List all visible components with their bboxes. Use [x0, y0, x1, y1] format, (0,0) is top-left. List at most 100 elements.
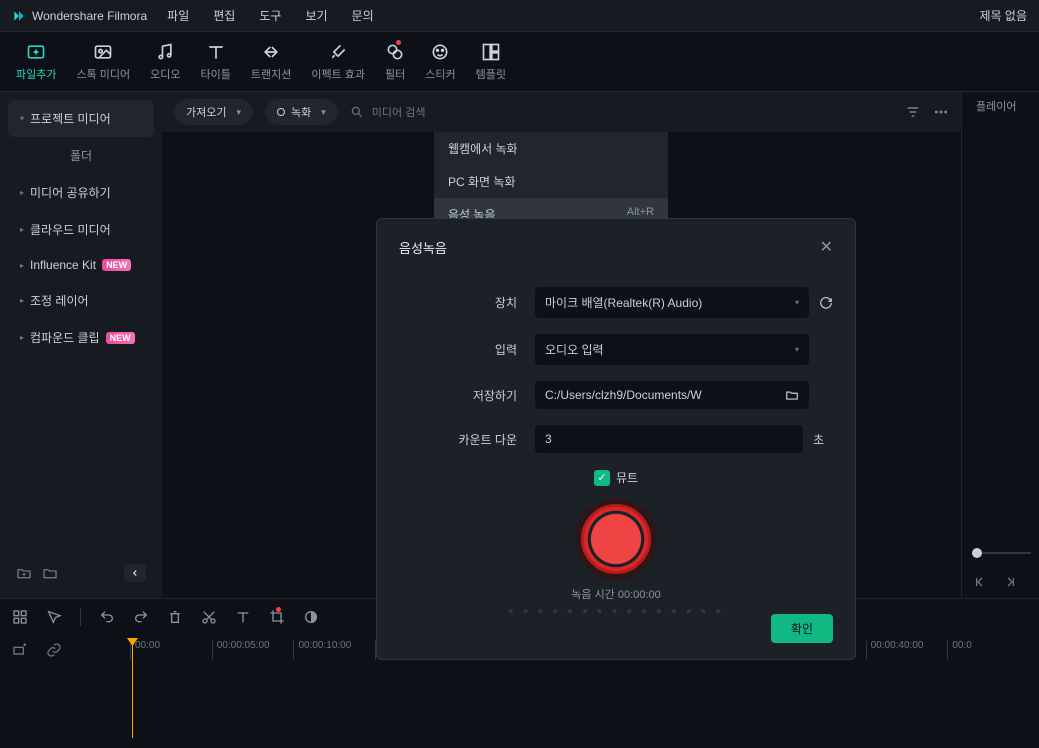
- crop-icon[interactable]: [269, 609, 285, 625]
- tool-audio[interactable]: 오디오: [150, 42, 180, 82]
- label: 폴더: [70, 147, 92, 164]
- search-placeholder: 미디어 검색: [372, 104, 426, 120]
- mute-checkbox[interactable]: ✓: [594, 470, 610, 486]
- next-frame-icon[interactable]: [1002, 574, 1018, 590]
- refresh-icon[interactable]: [819, 296, 833, 310]
- browse-folder-icon[interactable]: [785, 388, 799, 402]
- value: 3: [545, 432, 552, 446]
- menu-view[interactable]: 보기: [305, 7, 327, 24]
- tool-filter[interactable]: 필터: [385, 42, 405, 82]
- project-title: 제목 없음: [980, 7, 1028, 24]
- label: 클라우드 미디어: [30, 221, 111, 238]
- label: 녹화: [291, 104, 311, 120]
- app-name: Wondershare Filmora: [32, 9, 147, 23]
- stock-icon: [93, 42, 113, 62]
- sidebar-compound[interactable]: ▸컴파운드 클립NEW: [8, 319, 154, 356]
- tool-label: 타이틀: [201, 66, 231, 82]
- tool-label: 오디오: [150, 66, 180, 82]
- menu-help[interactable]: 문의: [352, 7, 374, 24]
- sidebar-folder[interactable]: 폴더: [8, 137, 154, 174]
- input-select[interactable]: 오디오 입력▾: [535, 334, 809, 365]
- menubar: 파일 편집 도구 보기 문의: [167, 7, 373, 24]
- label: PC 화면 녹화: [448, 173, 516, 190]
- tool-label: 스티커: [425, 66, 455, 82]
- import-dropdown[interactable]: 가져오기: [174, 99, 253, 125]
- label: Influence Kit: [30, 258, 96, 272]
- ok-button[interactable]: 확인: [771, 614, 833, 643]
- player-tab[interactable]: 플레이어: [976, 98, 1016, 114]
- sidebar-share[interactable]: ▸미디어 공유하기: [8, 174, 154, 211]
- tool-transition[interactable]: 트랜지션: [251, 42, 291, 82]
- record-dropdown[interactable]: 녹화: [265, 99, 338, 125]
- tool-label: 스톡 미디어: [76, 66, 130, 82]
- tool-template[interactable]: 템플릿: [476, 42, 506, 82]
- save-path[interactable]: C:/Users/clzh9/Documents/W: [535, 381, 809, 409]
- add-track-icon[interactable]: [12, 642, 28, 658]
- sidebar-adjust[interactable]: ▸조정 레이어: [8, 282, 154, 319]
- player-slider[interactable]: [972, 552, 1031, 554]
- device-select[interactable]: 마이크 배열(Realtek(R) Audio)▾: [535, 287, 809, 318]
- sidebar-project-media[interactable]: ▾프로젝트 미디어: [8, 100, 154, 137]
- label: 가져오기: [186, 104, 226, 120]
- device-label: 장치: [399, 294, 535, 311]
- link-icon[interactable]: [46, 642, 62, 658]
- record-time: 녹음 시간 00:00:00: [399, 586, 833, 602]
- countdown-label: 카운트 다운: [399, 431, 535, 448]
- voice-record-modal: 음성녹음 ✕ 장치 마이크 배열(Realtek(R) Audio)▾ 입력 오…: [376, 218, 856, 660]
- text-icon[interactable]: [235, 609, 251, 625]
- tool-sticker[interactable]: 스티커: [425, 42, 455, 82]
- menu-file[interactable]: 파일: [167, 7, 189, 24]
- value: C:/Users/clzh9/Documents/W: [545, 388, 702, 402]
- tool-add-file[interactable]: 파일추가: [16, 42, 56, 82]
- record-dot-icon: [277, 108, 285, 116]
- value: 마이크 배열(Realtek(R) Audio): [545, 294, 702, 311]
- save-label: 저장하기: [399, 387, 535, 404]
- record-menu: 웹캠에서 녹화 PC 화면 녹화 음성 녹음Alt+R: [434, 132, 668, 231]
- sidebar-influence[interactable]: ▸Influence KitNEW: [8, 248, 154, 282]
- more-icon[interactable]: [933, 104, 949, 120]
- template-icon: [481, 42, 501, 62]
- menu-tools[interactable]: 도구: [259, 7, 281, 24]
- mute-label: 뮤트: [616, 469, 638, 486]
- countdown-input[interactable]: 3: [535, 425, 803, 453]
- label: 컴파운드 클립: [30, 329, 100, 346]
- label: 미디어 공유하기: [30, 184, 111, 201]
- search-area[interactable]: 미디어 검색: [350, 104, 893, 120]
- transition-icon: [261, 42, 281, 62]
- tick: 00:00:05:00: [212, 640, 294, 660]
- player-panel: 플레이어: [961, 92, 1039, 598]
- value: 오디오 입력: [545, 341, 604, 358]
- audio-icon: [155, 42, 175, 62]
- cut-icon[interactable]: [201, 609, 217, 625]
- tool-stock[interactable]: 스톡 미디어: [76, 42, 130, 82]
- level-meter: ● ● ● ● ● ● ● ● ● ● ● ● ● ● ●: [399, 606, 833, 617]
- folder-icon[interactable]: [42, 565, 58, 581]
- tick: 00:0: [947, 640, 1029, 660]
- record-button[interactable]: [581, 504, 651, 574]
- tick: 00:00:40:00: [866, 640, 948, 660]
- playhead[interactable]: [132, 638, 133, 738]
- menu-edit[interactable]: 편집: [213, 7, 235, 24]
- title-icon: [206, 42, 226, 62]
- delete-icon[interactable]: [167, 609, 183, 625]
- modal-title: 음성녹음: [399, 238, 447, 257]
- tool-label: 필터: [385, 66, 405, 82]
- prev-frame-icon[interactable]: [972, 574, 988, 590]
- record-webcam[interactable]: 웹캠에서 녹화: [434, 132, 668, 165]
- redo-icon[interactable]: [133, 609, 149, 625]
- undo-icon[interactable]: [99, 609, 115, 625]
- record-screen[interactable]: PC 화면 녹화: [434, 165, 668, 198]
- countdown-unit: 초: [813, 431, 833, 448]
- filter-toggle-icon[interactable]: [905, 104, 921, 120]
- sidebar-cloud[interactable]: ▸클라우드 미디어: [8, 211, 154, 248]
- tool-effects[interactable]: 이펙트 효과: [311, 42, 365, 82]
- grid-icon[interactable]: [12, 609, 28, 625]
- close-icon[interactable]: ✕: [820, 237, 833, 257]
- collapse-sidebar[interactable]: [124, 564, 146, 582]
- dot-icon: [276, 607, 281, 612]
- cursor-icon[interactable]: [46, 609, 62, 625]
- new-badge: NEW: [106, 332, 135, 344]
- color-icon[interactable]: [303, 609, 319, 625]
- tool-title[interactable]: 타이틀: [201, 42, 231, 82]
- new-folder-icon[interactable]: [16, 565, 32, 581]
